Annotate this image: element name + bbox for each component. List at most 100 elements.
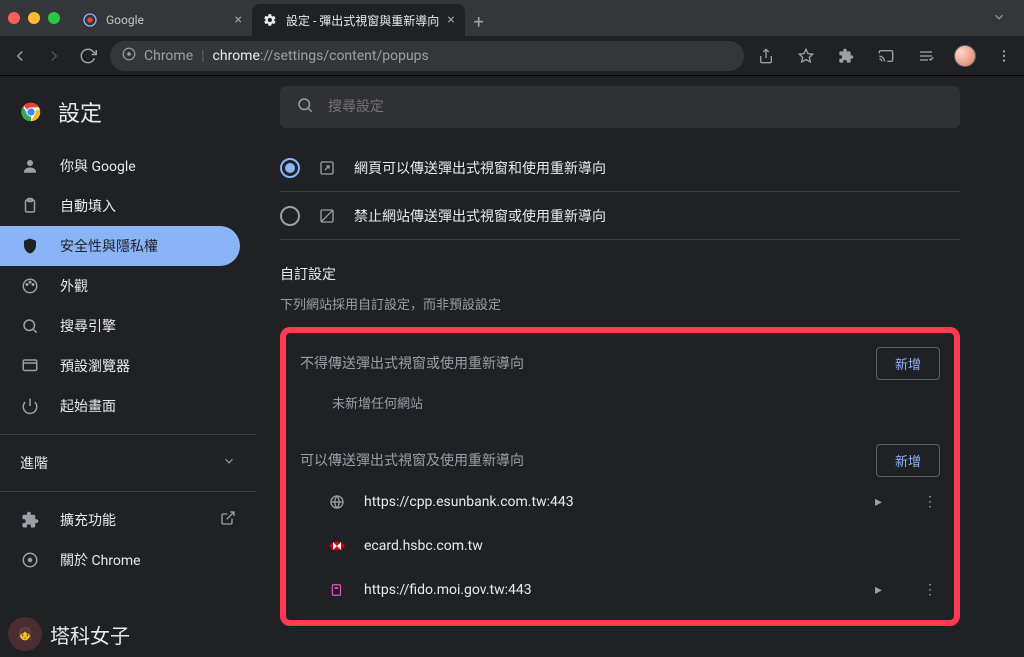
sidebar-item-label: 自動填入 <box>60 196 116 216</box>
sidebar-item-on-startup[interactable]: 起始畫面 <box>0 386 240 426</box>
cast-icon[interactable] <box>874 44 898 68</box>
share-icon[interactable] <box>754 44 778 68</box>
google-favicon-icon <box>82 12 98 28</box>
sidebar-item-label: 擴充功能 <box>60 510 116 530</box>
sidebar-item-search-engine[interactable]: 搜尋引擎 <box>0 306 240 346</box>
sidebar-item-about-chrome[interactable]: 關於 Chrome <box>0 540 256 580</box>
sidebar-item-autofill[interactable]: 自動填入 <box>0 186 240 226</box>
gear-icon <box>262 12 278 28</box>
sidebar-item-appearance[interactable]: 外觀 <box>0 266 240 306</box>
search-icon <box>20 316 40 336</box>
globe-icon <box>328 493 346 511</box>
radio-block-popups[interactable]: 禁止網站傳送彈出式視窗或使用重新導向 <box>280 192 960 240</box>
sidebar-item-default-browser[interactable]: 預設瀏覽器 <box>0 346 240 386</box>
sidebar-item-label: 預設瀏覽器 <box>60 356 130 376</box>
hsbc-icon <box>328 537 346 555</box>
site-url: ecard.hsbc.com.tw <box>364 538 864 554</box>
site-menu-icon[interactable]: ⋮ <box>920 582 940 598</box>
chevron-down-icon <box>222 454 236 472</box>
url-host: chrome <box>213 48 260 64</box>
chrome-logo-icon <box>20 101 42 123</box>
sidebar-item-label: 你與 Google <box>60 156 136 176</box>
site-row[interactable]: ecard.hsbc.com.tw <box>300 524 940 568</box>
radio-selected-icon <box>280 158 300 178</box>
watermark-icon: 👧 <box>8 617 42 651</box>
sidebar-item-label: 起始畫面 <box>60 396 116 416</box>
radio-label: 禁止網站傳送彈出式視窗或使用重新導向 <box>354 206 606 226</box>
blocked-empty-text: 未新增任何網站 <box>300 383 940 430</box>
radio-allow-popups[interactable]: 網頁可以傳送彈出式視窗和使用重新導向 <box>280 144 960 192</box>
new-tab-button[interactable]: + <box>465 8 493 36</box>
chevron-right-icon[interactable]: ▸ <box>875 582 882 598</box>
settings-sidebar: 設定 你與 Google 自動填入 安全性與隱私權 外觀 搜尋引擎 預設瀏覽器 … <box>0 76 256 657</box>
custom-subheading: 下列網站採用自訂設定，而非預設設定 <box>280 294 960 313</box>
custom-heading: 自訂設定 <box>280 264 960 284</box>
blocked-section-title: 不得傳送彈出式視窗或使用重新導向 <box>300 353 524 373</box>
sidebar-item-label: 搜尋引擎 <box>60 316 116 336</box>
watermark-text: 塔科女子 <box>50 620 130 649</box>
popup-block-icon <box>318 207 336 225</box>
search-icon <box>296 96 314 118</box>
browser-icon <box>20 356 40 376</box>
site-url: https://fido.moi.gov.tw:443 <box>364 582 857 598</box>
window-controls <box>8 12 60 24</box>
chrome-icon <box>20 550 40 570</box>
custom-settings-highlight: 不得傳送彈出式視窗或使用重新導向 新增 未新增任何網站 可以傳送彈出式視窗及使用… <box>280 327 960 626</box>
site-row[interactable]: https://fido.moi.gov.tw:443 ▸ ⋮ <box>300 568 940 612</box>
kebab-menu-icon[interactable] <box>992 44 1016 68</box>
close-tab-icon[interactable]: × <box>235 12 242 28</box>
chevron-right-icon[interactable]: ▸ <box>875 494 882 510</box>
site-favicon-icon <box>328 581 346 599</box>
site-row[interactable]: https://cpp.esunbank.com.tw:443 ▸ ⋮ <box>300 480 940 524</box>
tab-google[interactable]: Google × <box>72 4 252 36</box>
forward-button[interactable] <box>42 44 66 68</box>
page-title: 設定 <box>58 96 102 128</box>
sidebar-item-label: 安全性與隱私權 <box>60 236 158 256</box>
profile-avatar[interactable] <box>954 45 976 67</box>
sidebar-advanced-toggle[interactable]: 進階 <box>0 443 256 483</box>
sidebar-item-you-and-google[interactable]: 你與 Google <box>0 146 240 186</box>
titlebar: Google × 設定 - 彈出式視窗與重新導向 × + <box>0 0 1024 36</box>
reload-button[interactable] <box>76 44 100 68</box>
extensions-icon[interactable] <box>834 44 858 68</box>
tab-title: Google <box>106 13 144 27</box>
site-info-icon[interactable] <box>122 47 136 65</box>
minimize-window-button[interactable] <box>28 12 40 24</box>
url-path: ://settings/content/popups <box>260 48 429 64</box>
watermark: 👧 塔科女子 <box>8 617 130 651</box>
radio-label: 網頁可以傳送彈出式視窗和使用重新導向 <box>354 158 606 178</box>
settings-search[interactable] <box>280 86 960 128</box>
site-menu-icon[interactable]: ⋮ <box>920 494 940 510</box>
reading-list-icon[interactable] <box>914 44 938 68</box>
allowed-section-title: 可以傳送彈出式視窗及使用重新導向 <box>300 450 524 470</box>
sidebar-item-privacy-security[interactable]: 安全性與隱私權 <box>0 226 240 266</box>
bookmark-icon[interactable] <box>794 44 818 68</box>
main-content: 網頁可以傳送彈出式視窗和使用重新導向 禁止網站傳送彈出式視窗或使用重新導向 自訂… <box>256 76 1024 657</box>
puzzle-icon <box>20 510 40 530</box>
radio-unselected-icon <box>280 206 300 226</box>
close-tab-icon[interactable]: × <box>447 12 454 28</box>
site-url: https://cpp.esunbank.com.tw:443 <box>364 494 857 510</box>
tab-settings-popups[interactable]: 設定 - 彈出式視窗與重新導向 × <box>252 4 465 36</box>
sidebar-item-extensions[interactable]: 擴充功能 <box>0 500 256 540</box>
settings-search-input[interactable] <box>328 99 944 115</box>
add-allowed-button[interactable]: 新增 <box>876 444 940 477</box>
window-dropdown-icon[interactable] <box>982 9 1016 28</box>
back-button[interactable] <box>8 44 32 68</box>
add-blocked-button[interactable]: 新增 <box>876 347 940 380</box>
url-scheme: Chrome <box>144 48 193 64</box>
close-window-button[interactable] <box>8 12 20 24</box>
clipboard-icon <box>20 196 40 216</box>
tab-title: 設定 - 彈出式視窗與重新導向 <box>286 12 439 29</box>
power-icon <box>20 396 40 416</box>
address-bar[interactable]: Chrome | chrome://settings/content/popup… <box>110 41 744 71</box>
open-external-icon <box>220 510 236 530</box>
sidebar-advanced-label: 進階 <box>20 453 48 473</box>
popup-allow-icon <box>318 159 336 177</box>
person-icon <box>20 156 40 176</box>
tab-strip: Google × 設定 - 彈出式視窗與重新導向 × + <box>72 0 982 36</box>
toolbar: Chrome | chrome://settings/content/popup… <box>0 36 1024 76</box>
maximize-window-button[interactable] <box>48 12 60 24</box>
palette-icon <box>20 276 40 296</box>
shield-icon <box>20 236 40 256</box>
